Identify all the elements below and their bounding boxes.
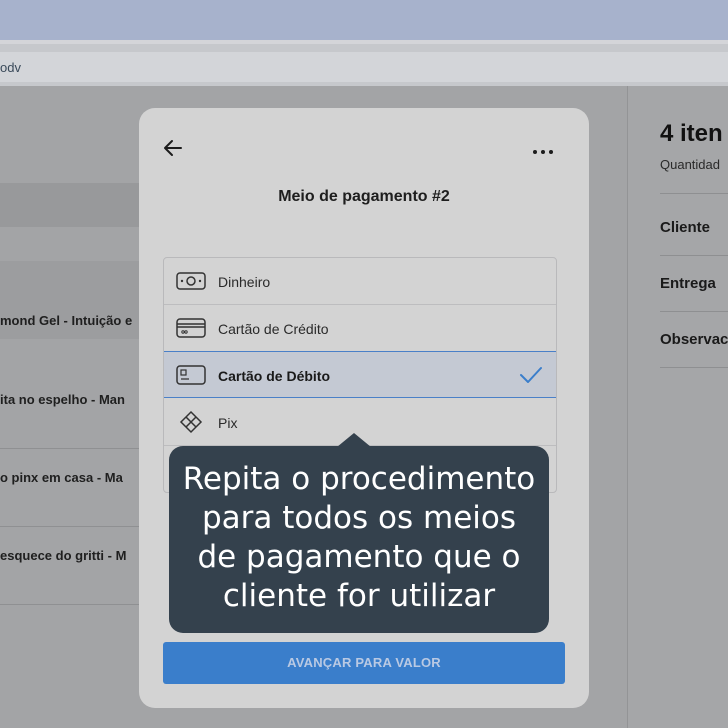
order-summary-panel: 4 iten Quantidad Cliente Entrega Observa… <box>627 86 728 728</box>
divider <box>660 255 728 256</box>
onboarding-tooltip: Repita o procedimento para todos os meio… <box>169 446 549 633</box>
more-options-button[interactable] <box>531 140 555 164</box>
url-text: odv <box>0 60 21 75</box>
list-item[interactable]: esquece do gritti - M <box>0 526 150 604</box>
list-item[interactable]: o pinx em casa - Ma <box>0 448 150 526</box>
list-header-bar <box>0 183 150 227</box>
credit-card-icon <box>176 318 206 338</box>
list-item[interactable]: ita no espelho - Man <box>0 371 150 449</box>
divider <box>660 367 728 368</box>
list-item[interactable]: mond Gel - Intuição e <box>0 261 150 339</box>
debit-card-icon <box>176 365 206 385</box>
modal-title: Meio de pagamento #2 <box>278 188 450 205</box>
checkmark-icon <box>520 367 542 383</box>
pix-icon <box>179 410 203 434</box>
list-item-title: mond Gel - Intuição e <box>0 313 133 328</box>
payment-option-dinheiro[interactable]: Dinheiro <box>164 258 556 305</box>
tooltip-line: cliente for utilizar <box>222 578 496 614</box>
url-field[interactable]: odv <box>0 52 728 82</box>
advance-to-value-button[interactable]: AVANÇAR PARA VALOR <box>163 642 565 684</box>
cash-icon <box>176 272 206 290</box>
list-item-title: esquece do gritti - M <box>0 548 127 563</box>
tooltip-arrow <box>337 433 371 447</box>
option-label: Dinheiro <box>218 274 271 290</box>
option-label: Pix <box>218 415 238 431</box>
option-label: Cartão de Débito <box>218 368 331 384</box>
summary-item-cliente[interactable]: Cliente <box>660 219 710 236</box>
option-label: Cartão de Crédito <box>218 321 329 337</box>
tooltip-text: Repita o procedimento para todos os meio… <box>169 460 549 616</box>
divider <box>660 311 728 312</box>
divider <box>660 193 728 194</box>
summary-item-entrega[interactable]: Entrega <box>660 275 716 292</box>
summary-item-observacao[interactable]: Observac <box>660 331 728 348</box>
payment-option-credito[interactable]: Cartão de Crédito <box>164 305 556 352</box>
order-items-count: 4 iten <box>660 120 723 147</box>
tooltip-line: para todos os meios <box>201 500 516 536</box>
arrow-left-icon <box>164 140 182 156</box>
browser-address-bar: odv <box>0 40 728 86</box>
more-horizontal-icon <box>533 150 553 154</box>
tooltip-line: de pagamento que o <box>197 539 521 575</box>
back-button[interactable] <box>161 136 185 160</box>
payment-option-debito[interactable]: Cartão de Débito <box>164 351 556 398</box>
list-item-title: o pinx em casa - Ma <box>0 470 123 485</box>
list-item-title: ita no espelho - Man <box>0 392 125 407</box>
browser-tab-bar <box>0 0 728 40</box>
tooltip-line: Repita o procedimento <box>182 461 536 497</box>
order-quantity-label: Quantidad <box>660 157 720 172</box>
divider <box>0 604 150 605</box>
